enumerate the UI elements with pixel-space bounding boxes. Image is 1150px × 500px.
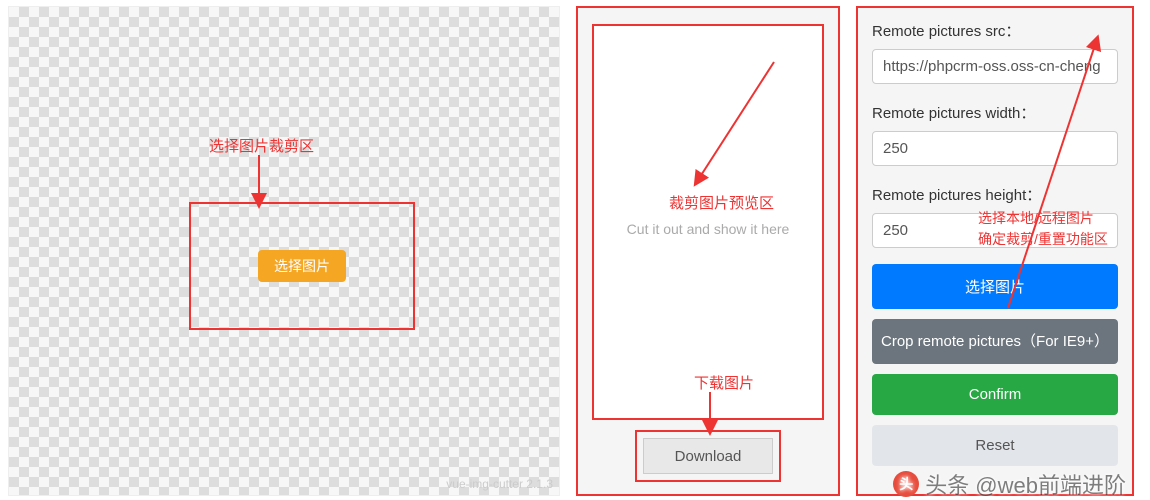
- preview-box: 裁剪图片预览区 Cut it out and show it here 下载图片: [592, 24, 824, 420]
- annotation-cutter: 选择图片裁剪区: [209, 135, 314, 156]
- preview-panel: 裁剪图片预览区 Cut it out and show it here 下载图片…: [576, 6, 840, 496]
- confirm-button[interactable]: Confirm: [872, 374, 1118, 415]
- watermark-text: 头条 @web前端进阶: [925, 468, 1126, 500]
- height-input[interactable]: [872, 213, 1118, 248]
- reset-button[interactable]: Reset: [872, 425, 1118, 466]
- crop-selection-box[interactable]: 选择图片: [189, 202, 415, 330]
- watermark-logo-icon: 头: [893, 471, 919, 497]
- height-label: Remote pictures height：: [872, 184, 1118, 205]
- preview-hint-text: Cut it out and show it here: [627, 221, 790, 237]
- width-label: Remote pictures width：: [872, 102, 1118, 123]
- cutter-panel: 选择图片裁剪区 选择图片 vue-img-cutter 2.1.3: [8, 6, 560, 496]
- select-image-button-right[interactable]: 选择图片: [872, 264, 1118, 309]
- control-panel: Remote pictures src： Remote pictures wid…: [856, 6, 1134, 496]
- annotation-download: 下载图片: [694, 372, 754, 393]
- src-label: Remote pictures src：: [872, 20, 1118, 41]
- annotation-preview: 裁剪图片预览区: [669, 192, 774, 213]
- width-input[interactable]: [872, 131, 1118, 166]
- version-label: vue-img-cutter 2.1.3: [446, 477, 553, 491]
- crop-remote-button[interactable]: Crop remote pictures（For IE9+）: [872, 319, 1118, 364]
- download-button[interactable]: Download: [643, 438, 773, 474]
- watermark: 头 头条 @web前端进阶: [893, 468, 1126, 500]
- select-image-button[interactable]: 选择图片: [258, 250, 346, 282]
- src-input[interactable]: [872, 49, 1118, 84]
